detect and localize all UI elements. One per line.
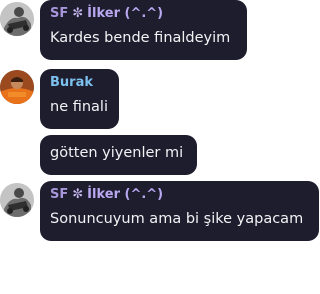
sender-label: Burak bbox=[50, 75, 93, 90]
message-text: Kardes bende finaldeyim bbox=[50, 30, 231, 46]
sender-tag: SF bbox=[50, 187, 69, 202]
avatar-burak[interactable] bbox=[0, 70, 34, 104]
message-bubble[interactable]: götten yiyenler mi bbox=[40, 135, 197, 175]
avatar-ilker[interactable] bbox=[0, 183, 34, 217]
sender-name-ilker[interactable]: SF ✼ İlker (^.^) bbox=[50, 6, 237, 22]
message-bubble[interactable]: SF ✼ İlker (^.^) Sonuncuyum ama bi şike … bbox=[40, 181, 319, 241]
message-text: Sonuncuyum ama bi şike yapacam bbox=[50, 211, 304, 227]
star-icon: ✼ bbox=[72, 187, 84, 202]
avatar-ilker[interactable] bbox=[0, 2, 34, 36]
sender-name-burak[interactable]: Burak bbox=[50, 75, 109, 91]
message-text: ne finali bbox=[50, 99, 108, 115]
sender-label: İlker (^.^) bbox=[87, 6, 164, 21]
chat-thread: SF ✼ İlker (^.^) Kardes bende finaldeyim… bbox=[0, 0, 320, 294]
sender-label: İlker (^.^) bbox=[87, 187, 164, 202]
message-bubble[interactable]: Burak ne finali bbox=[40, 69, 119, 129]
sender-name-ilker[interactable]: SF ✼ İlker (^.^) bbox=[50, 187, 309, 203]
sender-tag: SF bbox=[50, 6, 69, 21]
message-text: götten yiyenler mi bbox=[50, 145, 184, 161]
star-icon: ✼ bbox=[72, 6, 84, 21]
message-bubble[interactable]: SF ✼ İlker (^.^) Kardes bende finaldeyim bbox=[40, 0, 247, 60]
